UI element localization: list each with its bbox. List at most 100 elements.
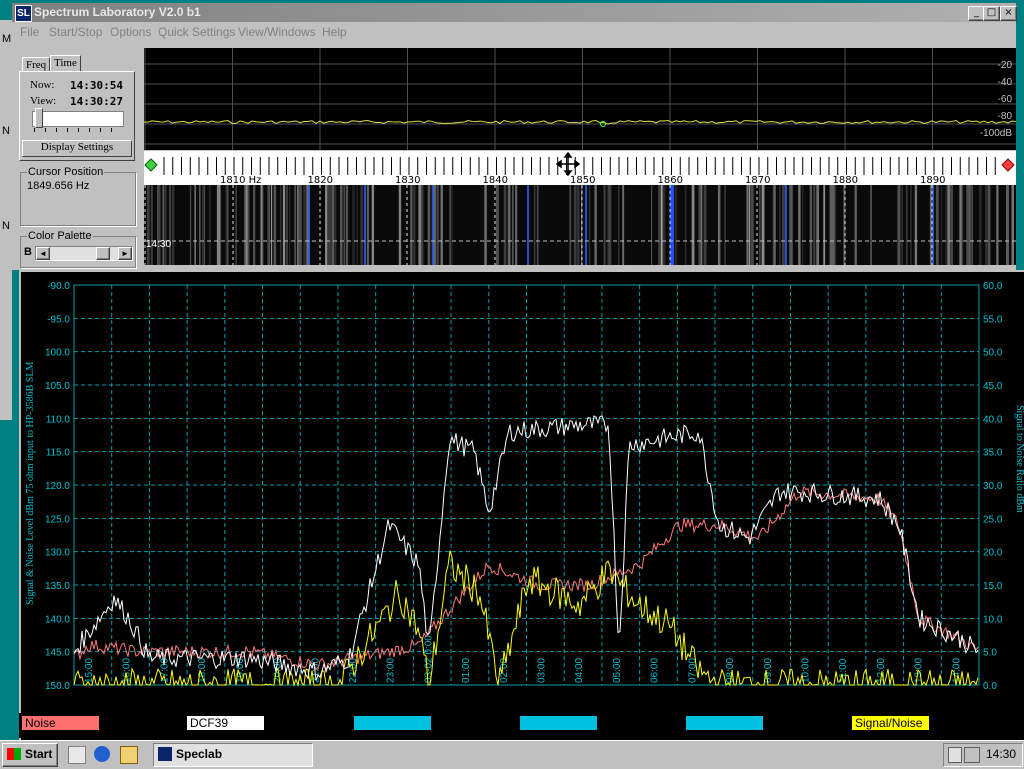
menu-start-stop[interactable]: Start/Stop (49, 25, 102, 39)
waterfall-streak (651, 185, 653, 265)
scroll-thumb[interactable] (96, 247, 110, 260)
left-tick-label: 105.0 (45, 381, 70, 392)
waterfall-streak (360, 185, 364, 265)
slider-thumb[interactable] (35, 108, 43, 128)
waterfall-streak (189, 185, 192, 265)
spectrum-graph[interactable]: -20 -40 -60 -80 -100dB (144, 48, 1016, 150)
waterfall-streak (987, 185, 991, 265)
legend-snr[interactable]: Signal/Noise (852, 716, 929, 730)
waterfall-streak-blue (785, 185, 787, 265)
palette-scrollbar[interactable]: ◄ ► (35, 246, 133, 261)
waterfall-streak (588, 185, 591, 265)
waterfall-streak (413, 185, 416, 265)
waterfall-streak (427, 185, 431, 265)
right-tick-label: 35.0 (983, 448, 1003, 459)
waterfall-streak (343, 185, 346, 265)
left-tick-label: 150.0 (45, 681, 70, 692)
waterfall-streak (697, 185, 701, 265)
waterfall-streak (966, 185, 970, 265)
waterfall-streak (717, 185, 721, 265)
waterfall-streak (660, 185, 663, 265)
waterfall-streak (329, 185, 333, 265)
waterfall-streak (823, 185, 826, 265)
right-tick-label: 20.0 (983, 548, 1003, 559)
waterfall-time-label: 14:30 (146, 239, 171, 250)
network-icon[interactable] (948, 747, 962, 763)
frequency-scale[interactable]: 1810 Hz 1820 1830 1840 1850 1860 1870 1880 1890 (144, 151, 1016, 185)
waterfall-streak (703, 185, 707, 265)
right-tick-label: 15.0 (983, 581, 1003, 592)
speaker-icon[interactable] (964, 747, 980, 763)
menu-options[interactable]: Options (110, 25, 151, 39)
title-bar[interactable]: SL Spectrum Laboratory V2.0 b1 _ □ × (12, 3, 1017, 22)
start-button[interactable]: Start (2, 743, 58, 767)
tab-time[interactable]: Time (50, 55, 81, 72)
waterfall-streak (503, 185, 507, 265)
frequency-label: 1820 (308, 175, 333, 185)
close-button[interactable]: × (1000, 6, 1017, 21)
waterfall-streak (398, 185, 402, 265)
legend-dcf39[interactable]: DCF39 (187, 716, 264, 730)
legend-empty-3[interactable] (686, 716, 763, 730)
taskbar-speclab-button[interactable]: Speclab (153, 743, 313, 767)
scroll-right-button[interactable]: ► (118, 247, 132, 260)
waterfall-streak (829, 185, 832, 265)
waterfall-streak (816, 185, 820, 265)
view-label: View: (30, 95, 57, 107)
waterfall-streak (286, 185, 288, 265)
waterfall-streak (227, 185, 229, 265)
waterfall-streak (901, 185, 903, 265)
waterfall-streak-blue (432, 185, 434, 265)
left-axis-title: Signal & Noise Level dBm 75 ohm input to… (25, 362, 36, 605)
waterfall-streak (245, 185, 248, 265)
right-tick-label: 0.0 (983, 681, 997, 692)
color-palette-group: Color Palette B ◄ ► (20, 230, 136, 268)
waterfall-streak (971, 185, 973, 265)
maximize-button[interactable]: □ (983, 6, 1000, 21)
waterfall-streak (534, 185, 536, 265)
waterfall-streak (171, 185, 175, 265)
app-icon[interactable]: SL (15, 5, 32, 22)
waterfall-streak (761, 185, 765, 265)
waterfall-streak (662, 185, 666, 265)
waterfall-streak-blue (308, 185, 310, 265)
waterfall-streak (789, 185, 791, 265)
signal-noise-chart[interactable]: -90.0 -95.0 100.0 105.0 110.0 115.0 120.0 125.0… (19, 270, 1024, 715)
waterfall-streak (410, 185, 413, 265)
db-label: -100dB (980, 128, 1013, 139)
waterfall-streak (303, 185, 307, 265)
legend-empty-2[interactable] (520, 716, 597, 730)
waterfall-streak (325, 185, 327, 265)
right-tick-label: 5.0 (983, 648, 997, 659)
tab-freq[interactable]: Freq (22, 57, 51, 72)
display-settings-button[interactable]: Display Settings (22, 140, 132, 157)
menu-help[interactable]: Help (322, 25, 347, 39)
right-tick-label: 55.0 (983, 314, 1003, 325)
waterfall-display[interactable]: 14:30 (144, 185, 1016, 265)
scroll-left-button[interactable]: ◄ (36, 247, 50, 260)
waterfall-streak (1011, 185, 1014, 265)
waterfall-streak (252, 185, 256, 265)
legend-empty-1[interactable] (354, 716, 431, 730)
explorer-icon[interactable] (120, 746, 138, 764)
left-marker-icon[interactable] (144, 158, 158, 172)
right-tick-label: 40.0 (983, 414, 1003, 425)
time-axis-label: 10:00 (800, 658, 811, 683)
waterfall-streak (724, 185, 726, 265)
side-letter: N (2, 220, 10, 232)
legend-noise[interactable]: Noise (22, 716, 99, 730)
left-tick-label: 120.0 (45, 481, 70, 492)
speclab-icon (158, 747, 172, 761)
menu-file[interactable]: File (20, 25, 39, 39)
time-slider[interactable] (32, 108, 124, 128)
waterfall-streak-blue (527, 185, 529, 265)
waterfall-streak (945, 185, 947, 265)
side-letter: M (2, 33, 12, 45)
menu-quick-settings[interactable]: Quick Settings (158, 25, 235, 39)
desktop-icon[interactable] (68, 746, 86, 764)
waterfall-streak (790, 185, 793, 265)
ie-icon[interactable] (94, 746, 110, 762)
menu-view-windows[interactable]: View/Windows (238, 25, 316, 39)
right-marker-icon[interactable] (1001, 158, 1015, 172)
chart-grid (73, 284, 980, 686)
